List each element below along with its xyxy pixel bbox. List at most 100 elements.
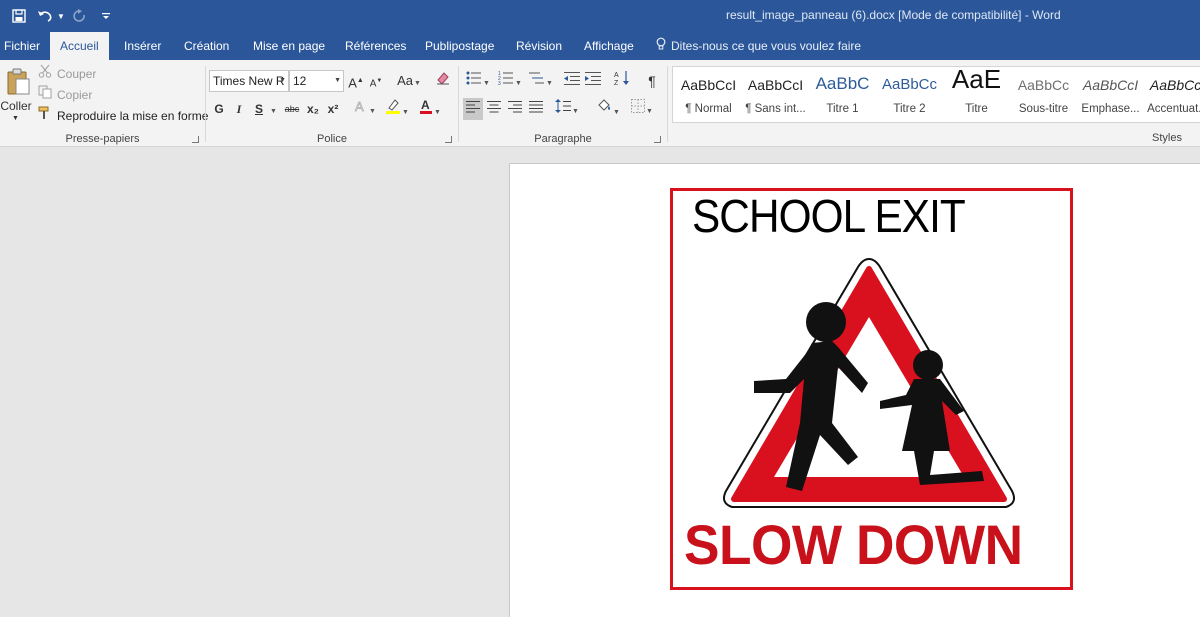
show-formatting-button[interactable]: ¶ <box>643 70 661 92</box>
decrease-indent-button[interactable] <box>563 70 581 92</box>
sign-top-text: SCHOOL EXIT <box>692 190 966 242</box>
clear-formatting-button[interactable] <box>434 70 452 92</box>
subscript-button[interactable]: x₂ <box>305 98 321 120</box>
increase-indent-button[interactable] <box>584 70 602 92</box>
align-right-button[interactable] <box>505 98 525 120</box>
align-center-button[interactable] <box>484 98 504 120</box>
style-titre-2[interactable]: AaBbCc Titre 2 <box>876 67 943 122</box>
increase-indent-icon <box>585 72 601 88</box>
superscript-button[interactable]: x² <box>325 98 341 120</box>
customize-qat-icon[interactable] <box>95 5 117 27</box>
tab-publipostage[interactable]: Publipostage <box>415 32 504 60</box>
format-painter-button[interactable]: Reproduire la mise en forme <box>38 106 208 126</box>
lightbulb-icon <box>656 32 666 60</box>
paste-dropdown-icon[interactable]: ▼ <box>12 115 19 122</box>
ribbon-tabs: Fichier Accueil Insérer Création Mise en… <box>0 32 1200 60</box>
shading-button[interactable]: ▼ <box>593 98 623 120</box>
grow-font-button[interactable]: A▲ <box>348 70 364 92</box>
group-separator <box>667 66 668 142</box>
sort-az-icon: AZ <box>614 71 630 89</box>
font-size-value: 12 <box>293 74 307 88</box>
font-group: Times New R ▼ 12 ▼ A▲ A▼ Aa▼ G I S ▼ abc x… <box>206 60 458 147</box>
style-sample: AaBbCc <box>1017 77 1070 93</box>
style-emphase[interactable]: AaBbCcI Emphase... <box>1077 67 1144 122</box>
redo-icon[interactable] <box>69 5 91 27</box>
tell-me-box[interactable]: Dites-nous ce que vous voulez faire <box>656 32 861 60</box>
clipboard-group-label: Presse-papiers <box>65 133 140 145</box>
cut-button[interactable]: Couper <box>38 64 96 84</box>
chevron-down-icon: ▼ <box>279 77 286 84</box>
chevron-down-icon: ▼ <box>334 77 341 84</box>
align-left-button[interactable] <box>463 98 483 120</box>
align-right-icon <box>508 101 522 116</box>
justify-button[interactable] <box>526 98 546 120</box>
tab-inserer[interactable]: Insérer <box>114 32 171 60</box>
format-painter-label: Reproduire la mise en forme <box>57 109 209 123</box>
style-titre-1[interactable]: AaBbC Titre 1 <box>809 67 876 122</box>
tab-fichier[interactable]: Fichier <box>0 32 50 60</box>
highlight-button[interactable]: ▼ <box>382 98 412 120</box>
justify-icon <box>529 101 543 116</box>
text-effects-button[interactable]: A ▼ <box>352 98 378 120</box>
multilevel-list-icon <box>529 72 545 88</box>
copy-label: Copier <box>57 88 93 102</box>
style-accentuation[interactable]: AaBbCcI Accentuat... <box>1144 67 1200 122</box>
font-color-button[interactable]: A ▼ <box>416 98 444 120</box>
highlighter-icon <box>385 99 401 117</box>
style-name: Titre 2 <box>893 103 926 115</box>
svg-text:A: A <box>614 72 619 79</box>
tab-mise-en-page[interactable]: Mise en page <box>243 32 335 60</box>
paste-button[interactable]: Coller <box>0 99 32 113</box>
clipboard-launcher-icon[interactable] <box>192 136 199 143</box>
tab-references[interactable]: Références <box>335 32 416 60</box>
warning-triangle-icon <box>723 257 1015 508</box>
underline-dropdown-icon[interactable]: ▼ <box>268 98 278 120</box>
italic-button[interactable]: I <box>231 98 247 120</box>
bullets-button[interactable]: ▼ <box>463 70 493 92</box>
shrink-font-button[interactable]: A▼ <box>368 70 384 92</box>
change-case-button[interactable]: Aa▼ <box>394 70 424 92</box>
grow-font-icon: A <box>348 75 357 91</box>
pilcrow-icon: ¶ <box>648 73 656 89</box>
paint-bucket-icon <box>596 99 612 117</box>
font-size-dropdown[interactable]: 12 ▼ <box>289 70 344 92</box>
undo-dropdown-icon[interactable]: ▼ <box>57 12 65 21</box>
line-spacing-button[interactable]: ▼ <box>553 98 581 120</box>
format-painter-icon <box>38 106 52 126</box>
borders-button[interactable]: ▼ <box>627 98 657 120</box>
paste-icon[interactable] <box>6 68 30 96</box>
line-spacing-icon <box>555 99 572 116</box>
numbering-button[interactable]: 1 2 3 ▼ <box>495 70 525 92</box>
style-sans-interligne[interactable]: AaBbCcI ¶ Sans int... <box>742 67 809 122</box>
save-icon[interactable] <box>8 5 30 27</box>
tab-creation[interactable]: Création <box>174 32 239 60</box>
underline-button[interactable]: S <box>251 98 267 120</box>
bold-button[interactable]: G <box>211 98 227 120</box>
multilevel-list-button[interactable]: ▼ <box>527 70 555 92</box>
strikethrough-button[interactable]: abc <box>282 98 302 120</box>
paragraph-group-label: Paragraphe <box>534 133 592 145</box>
svg-text:A: A <box>421 98 430 112</box>
font-group-label: Police <box>317 133 347 145</box>
copy-icon <box>38 85 52 105</box>
tab-affichage[interactable]: Affichage <box>574 32 644 60</box>
style-normal[interactable]: AaBbCcI ¶ Normal <box>675 67 742 122</box>
tell-me-label: Dites-nous ce que vous voulez faire <box>671 39 862 53</box>
decrease-indent-icon <box>564 72 580 88</box>
tab-revision[interactable]: Révision <box>506 32 572 60</box>
sort-button[interactable]: AZ <box>613 70 631 92</box>
ribbon: Coller ▼ Couper Copier Reproduire la mis… <box>0 60 1200 147</box>
style-name: Accentuat... <box>1147 103 1200 115</box>
tab-accueil[interactable]: Accueil <box>50 32 109 60</box>
style-sous-titre[interactable]: AaBbCc Sous-titre <box>1010 67 1077 122</box>
svg-text:3: 3 <box>498 81 501 85</box>
style-sample: AaBbCcI <box>1149 77 1200 93</box>
undo-icon[interactable] <box>34 5 56 27</box>
cut-label: Couper <box>57 67 97 81</box>
font-name-dropdown[interactable]: Times New R ▼ <box>209 70 289 92</box>
copy-button[interactable]: Copier <box>38 85 92 105</box>
style-titre[interactable]: AaE Titre <box>943 64 1010 122</box>
font-launcher-icon[interactable] <box>445 136 452 143</box>
paragraph-launcher-icon[interactable] <box>654 136 661 143</box>
font-color-icon: A <box>419 98 433 117</box>
